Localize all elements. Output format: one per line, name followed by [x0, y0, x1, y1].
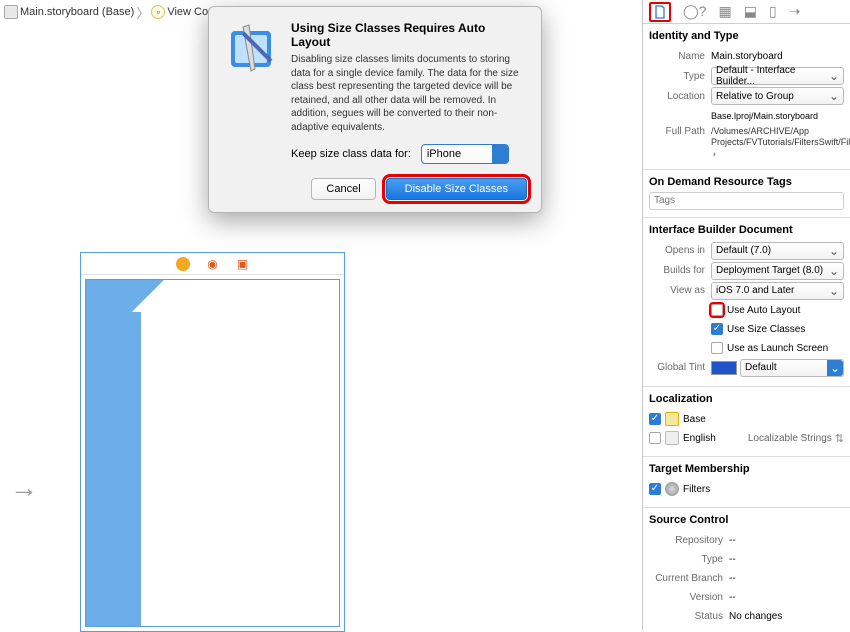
inspector-tabs[interactable]: ◯? ▦ ⬓ ▯ ➝ [643, 0, 850, 24]
label: Name [649, 51, 711, 62]
ib-document-section: Interface Builder Document Opens inDefau… [643, 218, 850, 387]
up-down-icon[interactable]: ⇅ [835, 432, 844, 445]
connections-inspector-tab-icon[interactable]: ➝ [789, 3, 801, 20]
localization-base: Base [683, 414, 844, 425]
file-inspector-panel: ◯? ▦ ⬓ ▯ ➝ Identity and Type NameMain.st… [642, 0, 850, 630]
source-control-section: Source Control Repository-- Type-- Curre… [643, 508, 850, 630]
xcode-icon [223, 21, 279, 77]
label: Status [649, 611, 729, 622]
branch-value: -- [729, 573, 844, 584]
size-inspector-tab-icon[interactable]: ▯ [769, 3, 777, 20]
status-value: No changes [729, 611, 844, 622]
location-popup[interactable]: Relative to Group [711, 87, 844, 105]
localization-mode[interactable]: Localizable Strings [731, 433, 832, 444]
viewcontroller-icon: ▫ [151, 5, 165, 19]
type-popup[interactable]: Default - Interface Builder... [711, 67, 844, 85]
disable-size-classes-button[interactable]: Disable Size Classes [386, 178, 527, 200]
tags-input[interactable] [649, 192, 844, 210]
base-checkbox[interactable] [649, 413, 661, 425]
dialog-title: Using Size Classes Requires Auto Layout [291, 21, 527, 49]
up-down-caret-icon: ▴▾ [499, 145, 504, 163]
label: Global Tint [649, 362, 711, 373]
target-checkbox[interactable] [649, 483, 661, 495]
english-checkbox[interactable] [649, 432, 661, 444]
section-title: Localization [649, 390, 844, 409]
label: Location [649, 91, 711, 102]
label: Full Path [649, 126, 711, 137]
globaltint-popup[interactable]: Default [740, 359, 844, 377]
document-icon [4, 5, 18, 19]
dialog-text: Disabling size classes limits documents … [291, 53, 527, 134]
checkbox-label: Use Size Classes [727, 324, 844, 335]
identity-and-type-section: Identity and Type NameMain.storyboard Ty… [643, 24, 850, 170]
first-responder-icon[interactable]: ◉ [206, 257, 220, 271]
localization-section: Localization Base EnglishLocalizable Str… [643, 387, 850, 457]
location-path: Base.lproj/Main.storyboard [711, 111, 844, 121]
opensin-popup[interactable]: Default (7.0) [711, 242, 844, 260]
type-value: -- [729, 554, 844, 565]
storyboard-file-icon [665, 412, 679, 426]
buildsfor-popup[interactable]: Deployment Target (8.0) [711, 262, 844, 280]
quick-help-tab-icon[interactable]: ◯? [683, 3, 706, 20]
view-controller-scene[interactable]: ◉ ▣ [80, 252, 345, 632]
localization-english: English [683, 433, 731, 444]
section-title: Source Control [649, 511, 844, 530]
section-title: On Demand Resource Tags [649, 173, 844, 192]
label: Builds for [649, 265, 711, 276]
label: Type [649, 71, 711, 82]
label: Current Branch [649, 573, 729, 584]
target-name: Filters [683, 484, 844, 495]
disable-size-classes-dialog: Using Size Classes Requires Auto Layout … [208, 6, 542, 213]
viewcontroller-dot-icon[interactable] [176, 257, 190, 271]
identity-inspector-tab-icon[interactable]: ▦ [718, 3, 731, 20]
label: Type [649, 554, 729, 565]
scene-toolbar: ◉ ▣ [81, 253, 344, 275]
name-value: Main.storyboard [711, 51, 844, 62]
chevron-right-icon: 〉 [136, 3, 149, 22]
section-title: Identity and Type [649, 27, 844, 46]
app-icon [665, 482, 679, 496]
keep-data-label: Keep size class data for: [291, 148, 411, 160]
on-demand-section: On Demand Resource Tags [643, 170, 850, 218]
file-inspector-tab-icon[interactable] [649, 2, 671, 22]
cancel-button[interactable]: Cancel [311, 178, 375, 200]
scene-view[interactable] [85, 279, 340, 627]
label: Opens in [649, 245, 711, 256]
tint-color-swatch[interactable] [711, 361, 737, 375]
exit-icon[interactable]: ▣ [236, 257, 250, 271]
viewas-popup[interactable]: iOS 7.0 and Later [711, 282, 844, 300]
label: Repository [649, 535, 729, 546]
checkbox-label: Use as Launch Screen [727, 343, 844, 354]
section-title: Interface Builder Document [649, 221, 844, 240]
strings-file-icon [665, 431, 679, 445]
use-launch-screen-checkbox[interactable] [711, 342, 723, 354]
version-value: -- [729, 592, 844, 603]
label: Version [649, 592, 729, 603]
full-path: /Volumes/ARCHIVE/App Projects/FVTutorial… [711, 126, 850, 160]
target-membership-section: Target Membership Filters [643, 457, 850, 508]
section-title: Target Membership [649, 460, 844, 479]
checkbox-label: Use Auto Layout [727, 305, 844, 316]
use-auto-layout-checkbox[interactable] [711, 304, 723, 316]
reveal-icon[interactable]: ◑ [711, 149, 716, 159]
initial-view-controller-arrow[interactable]: → [10, 472, 38, 504]
repo-value: -- [729, 535, 844, 546]
breadcrumb-file: Main.storyboard (Base) [20, 6, 134, 18]
device-family-popup[interactable]: iPhone ▴▾ [421, 144, 509, 164]
attributes-inspector-tab-icon[interactable]: ⬓ [744, 3, 757, 20]
label: View as [649, 285, 711, 296]
use-size-classes-checkbox[interactable] [711, 323, 723, 335]
